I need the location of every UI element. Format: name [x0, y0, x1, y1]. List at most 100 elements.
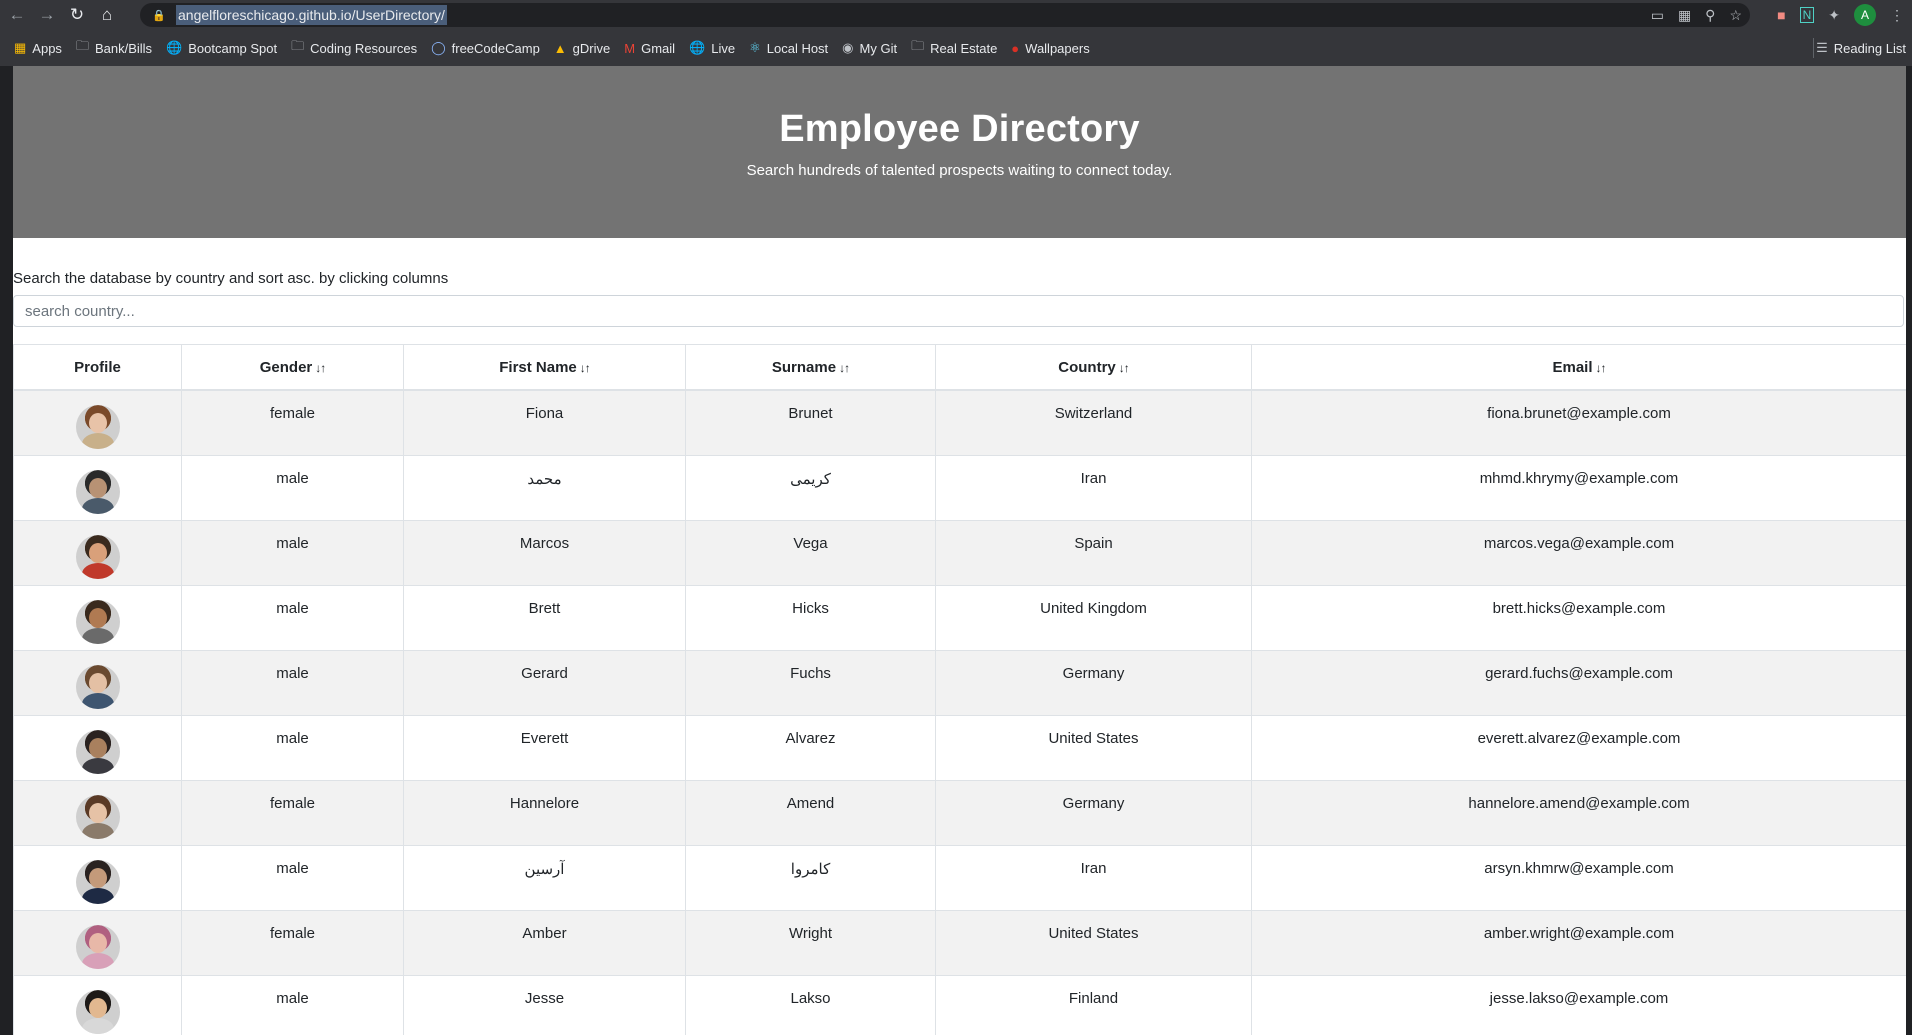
bookmark-coding-resources[interactable]: 🗀 Coding Resources [291, 37, 417, 59]
profile-cell [13, 714, 182, 781]
back-icon[interactable]: ← [4, 2, 30, 28]
gender-cell: male [181, 519, 404, 586]
column-header-email[interactable]: Email ↓↑ [1251, 344, 1906, 391]
gender-cell: male [181, 649, 404, 716]
sort-icon: ↓↑ [1118, 360, 1130, 375]
bookmark-bootcamp-spot[interactable]: 🌐 Bootcamp Spot [166, 40, 277, 56]
lock-icon: 🔒 [152, 9, 166, 22]
avatar [75, 859, 120, 904]
search-hint: Search the database by country and sort … [13, 270, 449, 287]
gender-cell: male [181, 844, 404, 911]
red-circle-icon: ● [1011, 40, 1020, 56]
first-name-cell: Hannelore [403, 779, 686, 846]
country-cell: Spain [935, 519, 1252, 586]
table-row: male Jesse Lakso Finland jesse.lakso@example… [13, 974, 1906, 1035]
gender-cell: female [181, 389, 404, 456]
table-row: male آرسین کامروا Iran arsyn.khmrw@example.c… [13, 844, 1906, 911]
sort-icon: ↓↑ [315, 360, 326, 375]
extension-n-icon[interactable]: N [1799, 7, 1815, 23]
avatar [75, 534, 120, 579]
table-row: male محمد کریمی Iran mhmd.khrymy@example.com [13, 454, 1906, 521]
page-content: Employee Directory Search hundreds of ta… [13, 66, 1906, 1035]
email-cell: hannelore.amend@example.com [1251, 779, 1906, 846]
profile-cell [13, 649, 182, 716]
profile-cell [13, 584, 182, 651]
gender-cell: male [181, 454, 404, 521]
extensions-puzzle-icon[interactable]: ✦ [1828, 7, 1840, 24]
first-name-cell: Amber [403, 909, 686, 976]
surname-cell: Amend [685, 779, 936, 846]
profile-cell [13, 389, 182, 456]
profile-cell [13, 519, 182, 586]
column-header-gender[interactable]: Gender ↓↑ [181, 344, 404, 391]
bookmark-star-icon[interactable]: ☆ [1729, 7, 1742, 24]
zoom-icon[interactable]: ⚲ [1705, 7, 1715, 24]
column-header-surname[interactable]: Surname ↓↑ [685, 344, 936, 391]
surname-cell: Fuchs [685, 649, 936, 716]
gender-cell: female [181, 779, 404, 846]
table-header-row: Profile Gender ↓↑ First Name ↓↑ Surname ↓↑ … [13, 344, 1906, 391]
table-row: male Brett Hicks United Kingdom brett.hicks@… [13, 584, 1906, 651]
bookmarks-divider [1813, 38, 1814, 58]
bookmark-wallpapers[interactable]: ● Wallpapers [1011, 41, 1089, 56]
surname-cell: Lakso [685, 974, 936, 1035]
folder-icon: 🗀 [291, 38, 305, 53]
profile-cell [13, 844, 182, 911]
table-row: female Fiona Brunet Switzerland fiona.brunet… [13, 389, 1906, 456]
column-header-profile: Profile [13, 344, 182, 391]
globe-icon: 🌐 [166, 40, 183, 55]
avatar [75, 405, 120, 449]
profile-avatar[interactable]: A [1854, 4, 1876, 26]
first-name-cell: Everett [403, 714, 686, 781]
reload-icon[interactable]: ↻ [64, 2, 90, 28]
sort-icon: ↓↑ [839, 360, 850, 375]
qr-code-icon[interactable]: ▦ [1678, 7, 1691, 24]
reading-list-button[interactable]: ☰ Reading List [1816, 30, 1906, 66]
avatar [75, 599, 120, 644]
bookmark-my-git[interactable]: ◉ My Git [842, 40, 897, 56]
bookmark-gdrive[interactable]: ▲ gDrive [554, 41, 610, 56]
page-subtitle: Search hundreds of talented prospects wa… [746, 162, 1173, 179]
sort-icon: ↓↑ [579, 360, 591, 375]
gmail-icon: M [624, 40, 636, 56]
bookmark-freecodecamp[interactable]: ◯ freeCodeCamp [431, 40, 540, 56]
surname-cell: Hicks [685, 584, 936, 651]
cast-icon[interactable]: ▭ [1651, 7, 1664, 24]
url-text[interactable]: angelfloreschicago.github.io/UserDirecto… [176, 5, 447, 25]
profile-cell [13, 454, 182, 521]
first-name-cell: Brett [403, 584, 686, 651]
globe-icon: 🌐 [689, 40, 706, 55]
address-bar[interactable]: 🔒 angelfloreschicago.github.io/UserDirec… [140, 3, 1750, 27]
country-cell: Germany [935, 779, 1252, 846]
bookmark-local-host[interactable]: ⚛ Local Host [749, 40, 828, 56]
surname-cell: کریمی [685, 454, 936, 521]
bookmarks-bar: ▦ Apps 🗀 Bank/Bills 🌐 Bootcamp Spot 🗀 Coding… [0, 30, 1912, 67]
column-header-country[interactable]: Country ↓↑ [935, 344, 1252, 391]
menu-kebab-icon[interactable]: ⋮ [1890, 7, 1904, 24]
bookmark-apps[interactable]: ▦ Apps [14, 40, 62, 56]
folder-icon: 🗀 [911, 38, 925, 53]
email-cell: brett.hicks@example.com [1251, 584, 1906, 651]
forward-icon[interactable]: → [34, 2, 60, 28]
bookmark-live[interactable]: 🌐 Live [689, 40, 735, 56]
recorder-extension-icon[interactable]: ■ [1777, 7, 1785, 23]
profile-cell [13, 779, 182, 846]
email-cell: amber.wright@example.com [1251, 909, 1906, 976]
first-name-cell: Marcos [403, 519, 686, 586]
email-cell: marcos.vega@example.com [1251, 519, 1906, 586]
home-icon[interactable]: ⌂ [94, 2, 120, 28]
gender-cell: male [181, 714, 404, 781]
bookmark-bank-bills[interactable]: 🗀 Bank/Bills [76, 37, 152, 59]
table-row: male Everett Alvarez United States everett.a… [13, 714, 1906, 781]
google-drive-icon: ▲ [553, 40, 567, 56]
country-cell: United States [935, 714, 1252, 781]
github-icon: ◉ [842, 40, 854, 55]
surname-cell: Alvarez [685, 714, 936, 781]
bookmark-gmail[interactable]: M Gmail [624, 41, 675, 56]
first-name-cell: Jesse [403, 974, 686, 1035]
bookmark-real-estate[interactable]: 🗀 Real Estate [911, 37, 997, 59]
table-row: male Marcos Vega Spain marcos.vega@example.c… [13, 519, 1906, 586]
folder-icon: 🗀 [75, 38, 89, 53]
search-country-input[interactable] [13, 295, 1904, 327]
column-header-first-name[interactable]: First Name ↓↑ [403, 344, 686, 391]
